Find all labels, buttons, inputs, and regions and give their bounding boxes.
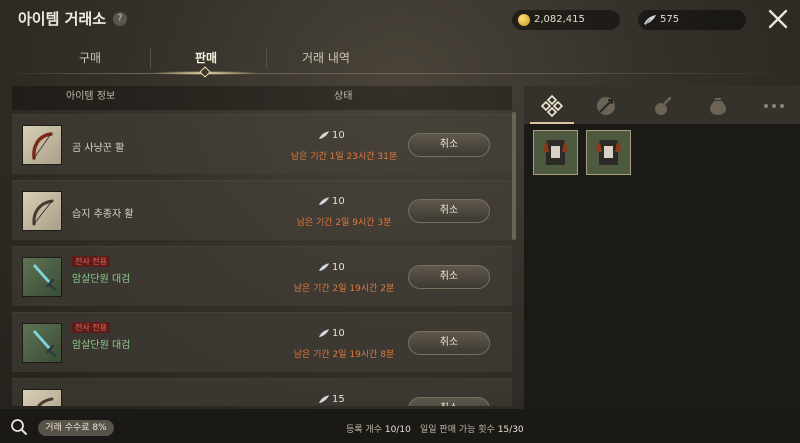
table-row[interactable]: 전사 전용 암살단원 대검 10 남은 기간 2일 19시간 2분 취소	[12, 246, 512, 306]
silver-feather-icon	[318, 263, 330, 271]
armor-icon	[543, 140, 568, 165]
cancel-button[interactable]: 취소	[408, 331, 490, 355]
remaining-time: 남은 기간 2일 19시간 8분	[293, 350, 395, 360]
registration-value: 10/10	[384, 425, 411, 435]
sale-price: 15	[318, 394, 345, 405]
footer-bar: 거래 수수료 8% 등록 개수 10/10 일일 판매 가능 횟수 15/30	[0, 409, 800, 443]
help-icon[interactable]: ?	[113, 12, 127, 26]
daily-sales-count: 일일 판매 가능 횟수 15/30	[420, 422, 524, 435]
gold-balance: 2,082,415	[512, 10, 620, 30]
item-name: 곰 사냥꾼 활	[72, 143, 125, 154]
cancel-button[interactable]: 취소	[408, 397, 490, 406]
pouch-icon	[710, 98, 726, 115]
table-row[interactable]: 전사 전용 암살단원 대검 10 남은 기간 2일 19시간 8분 취소	[12, 312, 512, 372]
sale-price: 10	[318, 130, 345, 141]
cancel-button[interactable]: 취소	[408, 133, 490, 157]
list-scrollbar[interactable]	[512, 112, 516, 240]
class-restriction-badge: 전사 전용	[72, 322, 110, 333]
remaining-time: 남은 기간 2일 9시간 3분	[296, 218, 392, 228]
price-value: 10	[332, 262, 345, 273]
daily-sales-label: 일일 판매 가능 횟수	[420, 425, 495, 435]
bow-icon	[32, 132, 53, 160]
category-all[interactable]	[532, 90, 572, 122]
table-row[interactable]: 습지 추종자 활 10 남은 기간 2일 9시간 3분 취소	[12, 180, 512, 240]
item-thumbnail[interactable]	[22, 191, 62, 231]
category-consumable[interactable]	[642, 90, 682, 122]
price-value: 10	[332, 328, 345, 339]
registration-label: 등록 개수	[346, 425, 382, 435]
sale-price: 10	[318, 262, 345, 273]
silver-feather-icon	[318, 395, 330, 403]
tab-divider	[266, 48, 267, 68]
registration-count: 등록 개수 10/10	[346, 422, 411, 435]
category-more[interactable]	[754, 90, 794, 122]
price-value: 15	[332, 394, 345, 405]
trade-window: 아이템 거래소 ? 2,082,415 575 구매 판매 거래 내역 아이템 …	[0, 0, 800, 443]
price-value: 10	[332, 196, 345, 207]
header: 아이템 거래소 ? 2,082,415 575	[0, 0, 800, 40]
gold-coin-icon	[518, 14, 530, 26]
item-name: 암살단원 대검	[72, 340, 131, 351]
more-icon	[764, 104, 784, 108]
greatsword-icon	[33, 264, 57, 292]
silver-balance: 575	[638, 10, 746, 30]
silver-feather-icon	[318, 131, 330, 139]
sale-price: 10	[318, 328, 345, 339]
cancel-button[interactable]: 취소	[408, 265, 490, 289]
weapon-icon	[597, 97, 615, 115]
inventory-slot[interactable]	[533, 130, 578, 175]
item-thumbnail[interactable]	[22, 125, 62, 165]
column-item-info: 아이템 정보	[66, 91, 116, 102]
silver-feather-icon	[644, 15, 656, 26]
item-thumbnail[interactable]	[22, 389, 62, 406]
tab-buy[interactable]: 구매	[32, 42, 148, 76]
category-bar	[524, 86, 800, 124]
column-status: 상태	[334, 91, 353, 102]
item-name: 습지 추종자 활	[72, 209, 134, 220]
remaining-time: 남은 기간 1일 23시간 31분	[290, 152, 398, 162]
bow-icon	[32, 199, 54, 226]
search-icon[interactable]	[10, 418, 28, 436]
sale-price: 10	[318, 196, 345, 207]
daily-sales-value: 15/30	[497, 425, 524, 435]
table-row[interactable]: 15 취소	[12, 378, 512, 406]
table-row[interactable]: 곰 사냥꾼 활 10 남은 기간 1일 23시간 31분 취소	[12, 114, 512, 174]
bow-icon	[36, 397, 54, 406]
greatsword-icon	[33, 330, 57, 358]
inventory-slot[interactable]	[586, 130, 631, 175]
sell-list: 아이템 정보 상태 곰 사냥꾼 활 10 남은 기간 1일 23시간 31분 취…	[12, 86, 520, 406]
armor-icon	[596, 140, 621, 165]
category-active-underline	[530, 122, 574, 124]
cancel-button[interactable]: 취소	[408, 199, 490, 223]
tab-underline	[0, 73, 800, 74]
item-name: 암살단원 대검	[72, 274, 131, 285]
class-restriction-badge: 전사 전용	[72, 256, 110, 267]
list-header: 아이템 정보 상태	[12, 86, 512, 110]
item-thumbnail[interactable]	[22, 257, 62, 297]
remaining-time: 남은 기간 2일 19시간 2분	[293, 284, 395, 294]
tab-history[interactable]: 거래 내역	[268, 42, 384, 76]
fee-badge: 거래 수수료 8%	[38, 420, 114, 436]
price-value: 10	[332, 130, 345, 141]
item-thumbnail[interactable]	[22, 323, 62, 363]
close-icon[interactable]	[766, 7, 790, 31]
silver-feather-icon	[318, 329, 330, 337]
category-material[interactable]	[698, 90, 738, 122]
tab-bar: 구매 판매 거래 내역	[12, 42, 512, 76]
gold-amount: 2,082,415	[534, 14, 585, 25]
category-weapon[interactable]	[586, 90, 626, 122]
all-items-icon	[540, 94, 564, 118]
silver-feather-icon	[318, 197, 330, 205]
silver-amount: 575	[660, 14, 680, 25]
potion-icon	[655, 96, 672, 115]
window-title: 아이템 거래소	[18, 10, 107, 28]
inventory-panel	[524, 86, 800, 443]
